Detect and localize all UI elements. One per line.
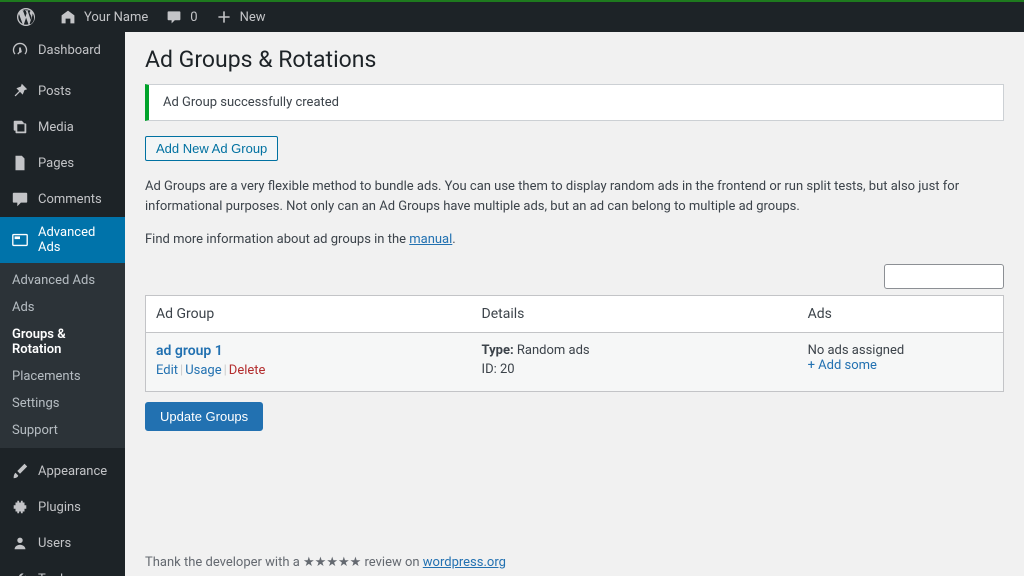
pin-icon (10, 81, 30, 101)
users-icon (10, 533, 30, 553)
search-input[interactable] (884, 264, 1004, 289)
group-name[interactable]: ad group 1 (156, 343, 462, 359)
submenu-advanced-ads: Advanced Ads Ads Groups & Rotation Place… (0, 263, 125, 448)
menu-advanced-ads[interactable]: Advanced Ads (0, 217, 125, 263)
description-2: Find more information about ad groups in… (145, 230, 1004, 250)
media-icon (10, 117, 30, 137)
site-name-label: Your Name (84, 10, 148, 25)
menu-dashboard[interactable]: Dashboard (0, 32, 125, 68)
col-group: Ad Group (146, 295, 472, 332)
footer-text: Thank the developer with a ★★★★★ review … (145, 555, 506, 570)
id-line: ID: 20 (482, 362, 788, 377)
wordpress-icon (16, 7, 36, 27)
menu-label: Plugins (38, 500, 81, 515)
comment-icon (10, 189, 30, 209)
menu-label: Users (38, 536, 71, 551)
page-icon (10, 153, 30, 173)
delete-action[interactable]: Delete (229, 363, 266, 378)
manual-link[interactable]: manual (409, 232, 452, 247)
menu-label: Pages (38, 156, 74, 171)
plugin-icon (10, 497, 30, 517)
edit-action[interactable]: Edit (156, 363, 178, 378)
ads-icon (10, 230, 30, 250)
menu-label: Media (38, 120, 74, 135)
table-row: ad group 1 Edit|Usage|Delete Type: Rando… (146, 332, 1004, 391)
admin-sidebar: Dashboard Posts Media Pages Comments Adv… (0, 32, 125, 576)
update-groups-button[interactable]: Update Groups (145, 402, 263, 431)
submenu-placements[interactable]: Placements (0, 363, 125, 390)
menu-comments[interactable]: Comments (0, 181, 125, 217)
comments-link[interactable]: 0 (156, 1, 205, 33)
page-title: Ad Groups & Rotations (145, 32, 1004, 79)
main-content: Ad Groups & Rotations Ad Group successfu… (125, 32, 1024, 576)
menu-label: Dashboard (38, 43, 101, 58)
col-ads: Ads (798, 295, 1004, 332)
menu-label: Tools (38, 572, 70, 576)
submenu-ads[interactable]: Ads (0, 294, 125, 321)
new-link[interactable]: New (206, 1, 274, 33)
success-notice: Ad Group successfully created (145, 84, 1004, 121)
menu-posts[interactable]: Posts (0, 73, 125, 109)
menu-pages[interactable]: Pages (0, 145, 125, 181)
no-ads-text: No ads assigned (808, 343, 993, 358)
menu-plugins[interactable]: Plugins (0, 489, 125, 525)
col-details: Details (472, 295, 798, 332)
submenu-overview[interactable]: Advanced Ads (0, 267, 125, 294)
usage-action[interactable]: Usage (185, 363, 221, 378)
groups-table: Ad Group Details Ads ad group 1 Edit|Usa… (145, 295, 1004, 392)
menu-label: Posts (38, 84, 71, 99)
wordpress-org-link[interactable]: wordpress.org (423, 555, 506, 570)
submenu-settings[interactable]: Settings (0, 390, 125, 417)
menu-label: Appearance (38, 464, 107, 479)
menu-label: Advanced Ads (38, 225, 117, 255)
admin-topbar: Your Name 0 New (0, 0, 1024, 32)
submenu-support[interactable]: Support (0, 417, 125, 444)
wp-logo[interactable] (8, 1, 50, 33)
site-name[interactable]: Your Name (50, 1, 156, 33)
dashboard-icon (10, 40, 30, 60)
menu-appearance[interactable]: Appearance (0, 453, 125, 489)
brush-icon (10, 461, 30, 481)
menu-tools[interactable]: Tools (0, 561, 125, 576)
add-new-group-button[interactable]: Add New Ad Group (145, 136, 278, 161)
add-some-link[interactable]: + Add some (808, 358, 993, 373)
type-line: Type: Random ads (482, 343, 788, 358)
tools-icon (10, 569, 30, 576)
description-1: Ad Groups are a very flexible method to … (145, 177, 1004, 216)
comment-icon (164, 7, 184, 27)
plus-icon (214, 7, 234, 27)
home-icon (58, 7, 78, 27)
row-actions: Edit|Usage|Delete (156, 363, 462, 378)
new-label: New (240, 10, 266, 25)
menu-users[interactable]: Users (0, 525, 125, 561)
comments-count: 0 (190, 10, 197, 25)
submenu-groups[interactable]: Groups & Rotation (0, 321, 125, 363)
notice-text: Ad Group successfully created (163, 95, 339, 110)
menu-media[interactable]: Media (0, 109, 125, 145)
menu-label: Comments (38, 192, 102, 207)
